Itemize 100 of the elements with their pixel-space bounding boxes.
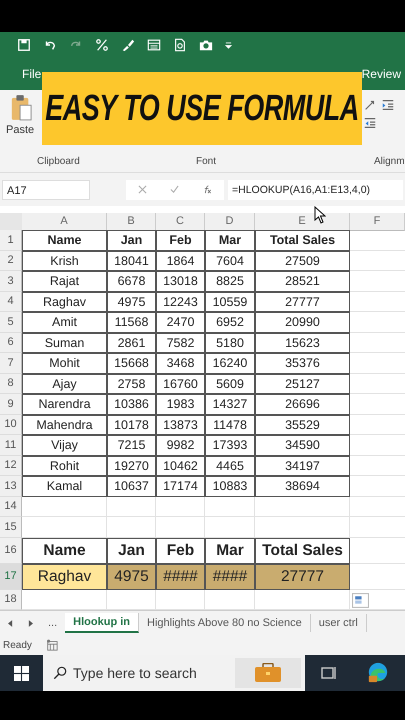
table-cell: Name [22, 230, 107, 250]
table-cell: 18041 [107, 250, 156, 271]
column-header[interactable]: C [156, 213, 205, 231]
table-cell: Kamal [22, 476, 107, 496]
table-cell: Jan [107, 538, 156, 564]
table-cell: 9982 [156, 435, 205, 456]
table-cell: Rajat [22, 271, 107, 292]
table-cell[interactable]: #### [205, 564, 255, 590]
row-number[interactable]: 18 [0, 590, 22, 610]
table-cell[interactable]: 4975 [107, 564, 156, 590]
table-cell: 38694 [255, 476, 350, 496]
search-field[interactable]: Type here to search [73, 665, 213, 681]
table-cell: 17174 [156, 476, 205, 496]
table-cell[interactable]: #### [156, 564, 205, 590]
table-cell: Jan [107, 230, 156, 250]
row-number[interactable]: 15 [0, 517, 22, 538]
table-cell: Amit [22, 312, 107, 332]
row-number[interactable]: 8 [0, 374, 22, 394]
table-cell: 5609 [205, 374, 255, 394]
sheet-tab[interactable]: Highlights Above 80 no Science [139, 614, 311, 632]
table-cell: 13873 [156, 414, 205, 435]
table-cell: 1864 [156, 250, 205, 271]
table-cell: 11568 [107, 312, 156, 332]
row-number[interactable]: 5 [0, 312, 22, 332]
table-cell: 20990 [255, 312, 350, 332]
row-number[interactable]: 9 [0, 394, 22, 414]
sheet-tab[interactable]: user ctrl [310, 614, 367, 632]
table-cell: 34197 [255, 456, 350, 476]
table-cell: Rohit [22, 456, 107, 476]
paste-button[interactable]: Paste [0, 94, 34, 136]
table-cell: 10637 [107, 476, 156, 496]
table-cell[interactable]: Raghav [22, 564, 107, 590]
table-cell: 19270 [107, 456, 156, 476]
status-text: Ready [3, 640, 32, 650]
table-cell: 4975 [107, 292, 156, 312]
table-cell: 34590 [255, 435, 350, 456]
table-cell: 26696 [255, 394, 350, 414]
table-cell: 2470 [156, 312, 205, 332]
table-cell: 14327 [205, 394, 255, 414]
table-cell: Narendra [22, 394, 107, 414]
table-cell[interactable]: 27777 [255, 564, 350, 590]
table-cell: Suman [22, 332, 107, 353]
table-cell: 12243 [156, 292, 205, 312]
sheet-tab[interactable]: Hlookup in [65, 613, 139, 633]
row-number[interactable]: 7 [0, 353, 22, 374]
table-cell: 5180 [205, 332, 255, 353]
table-cell: 25127 [255, 374, 350, 394]
row-number[interactable]: 14 [0, 496, 22, 517]
table-cell: Mohit [22, 353, 107, 374]
table-cell: 17393 [205, 435, 255, 456]
table-cell: 35376 [255, 353, 350, 374]
row-number[interactable]: 4 [0, 292, 22, 312]
table-cell: 10386 [107, 394, 156, 414]
table-cell: 3468 [156, 353, 205, 374]
column-header[interactable]: D [205, 213, 255, 231]
table-cell: 27777 [255, 292, 350, 312]
table-cell: 2861 [107, 332, 156, 353]
title-banner: EASY TO USE FORMULA [42, 72, 362, 145]
row-number[interactable]: 1 [0, 230, 22, 250]
table-cell: 11478 [205, 414, 255, 435]
row-number[interactable]: 10 [0, 414, 22, 435]
row-number[interactable]: 16 [0, 538, 22, 564]
table-cell: 10178 [107, 414, 156, 435]
table-cell: Mahendra [22, 414, 107, 435]
row-number[interactable]: 13 [0, 476, 22, 496]
table-cell: Total Sales [255, 538, 350, 564]
row-number[interactable]: 11 [0, 435, 22, 456]
table-cell: Ajay [22, 374, 107, 394]
table-cell: 7604 [205, 250, 255, 271]
table-cell: 8825 [205, 271, 255, 292]
ribbon-group-label: Clipboard [37, 156, 80, 167]
table-cell: Feb [156, 538, 205, 564]
table-cell: 15623 [255, 332, 350, 353]
row-number[interactable]: 6 [0, 332, 22, 353]
table-cell: 6952 [205, 312, 255, 332]
table-cell: 15668 [107, 353, 156, 374]
table-cell: 10462 [156, 456, 205, 476]
table-cell: 35529 [255, 414, 350, 435]
table-cell: 16760 [156, 374, 205, 394]
table-cell: 13018 [156, 271, 205, 292]
table-cell: Feb [156, 230, 205, 250]
table-cell: 28521 [255, 271, 350, 292]
column-header[interactable]: F [350, 213, 405, 231]
table-cell: 27509 [255, 250, 350, 271]
row-number[interactable]: 3 [0, 271, 22, 292]
more-sheets-button[interactable]: ... [40, 617, 66, 629]
table-cell: Mar [205, 538, 255, 564]
table-cell: 7582 [156, 332, 205, 353]
row-number[interactable]: 2 [0, 250, 22, 271]
row-number[interactable]: 17 [0, 564, 22, 590]
table-cell: Total Sales [255, 230, 350, 250]
table-cell: 1983 [156, 394, 205, 414]
ribbon-group-label: Font [196, 156, 216, 167]
table-cell: 7215 [107, 435, 156, 456]
row-number[interactable]: 12 [0, 456, 22, 476]
column-header[interactable]: B [107, 213, 156, 231]
table-cell: 10883 [205, 476, 255, 496]
table-cell: 10559 [205, 292, 255, 312]
formula-field[interactable]: =HLOOKUP(A16,A1:E13,4,0) [228, 180, 403, 200]
name-box[interactable]: A17 [2, 180, 90, 200]
